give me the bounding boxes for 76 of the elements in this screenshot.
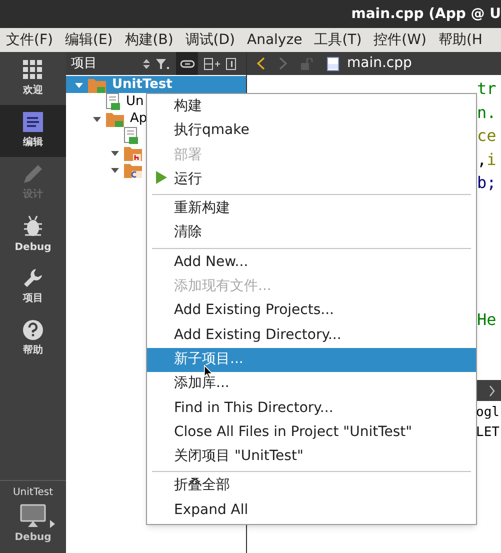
build-config-label: Debug	[14, 531, 52, 545]
tree-row[interactable]: Un	[66, 93, 144, 110]
code-line: b;	[477, 172, 498, 194]
mode-button[interactable]: 项目	[0, 261, 66, 313]
grid-icon	[23, 60, 43, 80]
code-line: tr	[477, 78, 498, 100]
bug-icon	[22, 215, 44, 237]
menu-entry[interactable]: 重新构建	[147, 197, 476, 222]
tree-label: Un	[126, 94, 144, 109]
expanded-arrow-icon[interactable]	[111, 148, 119, 156]
menu-item[interactable]: Analyze	[247, 30, 302, 50]
menu-entry[interactable]: Add New...	[147, 250, 476, 276]
menu-entry[interactable]: Close All Files in Project "UnitTest"	[147, 420, 476, 446]
code-line: ,i	[477, 148, 498, 170]
folder-icon	[106, 110, 124, 126]
help-icon	[23, 320, 43, 340]
folder-icon	[124, 162, 142, 178]
menu-entry[interactable]: Add Existing Projects...	[147, 299, 476, 324]
mode-button[interactable]: Debug	[0, 209, 66, 261]
mode-button[interactable]: 欢迎	[0, 53, 66, 105]
menu-entry[interactable]: 清除	[147, 221, 476, 246]
menu-entry[interactable]: 关闭项目 "UnitTest"	[147, 445, 476, 470]
expanded-arrow-icon[interactable]	[93, 114, 101, 122]
menu-item[interactable]: 编辑(E)	[64, 30, 113, 50]
caret-icon	[50, 520, 54, 528]
tree-label: Ap	[130, 111, 148, 126]
menu-item[interactable]: 工具(T)	[314, 30, 362, 50]
link-icon	[180, 60, 194, 68]
menu-entry[interactable]: 折叠全部	[147, 474, 476, 499]
menu-entry[interactable]: Find in This Directory...	[147, 396, 476, 421]
lock-icon	[301, 58, 313, 70]
expanded-arrow-icon[interactable]	[75, 80, 83, 88]
panel-title: 项目	[71, 54, 98, 73]
file-icon	[124, 127, 138, 144]
folder-icon	[124, 144, 142, 160]
sort-icon[interactable]	[143, 58, 150, 70]
split-icon[interactable]	[204, 58, 220, 70]
menu-entry[interactable]: 运行	[147, 168, 476, 192]
link-button[interactable]	[176, 52, 198, 75]
file-icon	[106, 93, 120, 110]
chevron-right-icon[interactable]	[489, 384, 495, 396]
code-line: n.	[477, 102, 498, 124]
close-panel-icon[interactable]	[226, 58, 236, 70]
expanded-arrow-icon[interactable]	[111, 166, 119, 174]
output-line: LET	[476, 424, 500, 442]
project-label: UnitTest	[12, 486, 54, 500]
menu-entry[interactable]: 新子项目...	[147, 348, 476, 372]
menu-entry[interactable]: 构建	[147, 95, 476, 120]
pencil-icon	[23, 164, 43, 184]
output-line: ogl	[476, 404, 500, 422]
menu-item[interactable]: 帮助(H	[438, 30, 482, 50]
tree-row[interactable]: UnitTest	[66, 76, 246, 93]
document-icon	[23, 112, 43, 132]
tree-label: UnitTest	[112, 77, 172, 92]
wrench-icon	[23, 268, 43, 288]
menu-item[interactable]: 构建(B)	[124, 30, 174, 50]
filter-icon[interactable]	[156, 58, 170, 70]
folder-icon	[88, 76, 106, 92]
menu-entry[interactable]: 执行qmake	[147, 119, 476, 144]
code-line: He	[477, 308, 498, 330]
window-title: main.cpp (App @ U	[351, 4, 501, 24]
tree-row[interactable]: Ap	[66, 110, 148, 127]
mode-button[interactable]: 编辑	[0, 105, 66, 157]
monitor-icon	[20, 504, 46, 528]
menu-item[interactable]: 文件(F)	[6, 30, 53, 50]
play-icon	[156, 170, 167, 184]
menu-item[interactable]: 调试(D)	[185, 30, 236, 50]
code-line: ce	[477, 125, 498, 147]
menu-entry[interactable]: Add Existing Directory...	[147, 324, 476, 348]
menu-item[interactable]: 控件(W)	[374, 30, 426, 50]
menu-entry[interactable]: Expand All	[147, 498, 476, 524]
back-icon[interactable]	[257, 57, 265, 70]
mode-button[interactable]: 帮助	[0, 313, 66, 365]
cpp-file-icon	[327, 56, 339, 70]
target-selector[interactable]	[20, 504, 54, 528]
file-name[interactable]: main.cpp	[347, 53, 412, 74]
